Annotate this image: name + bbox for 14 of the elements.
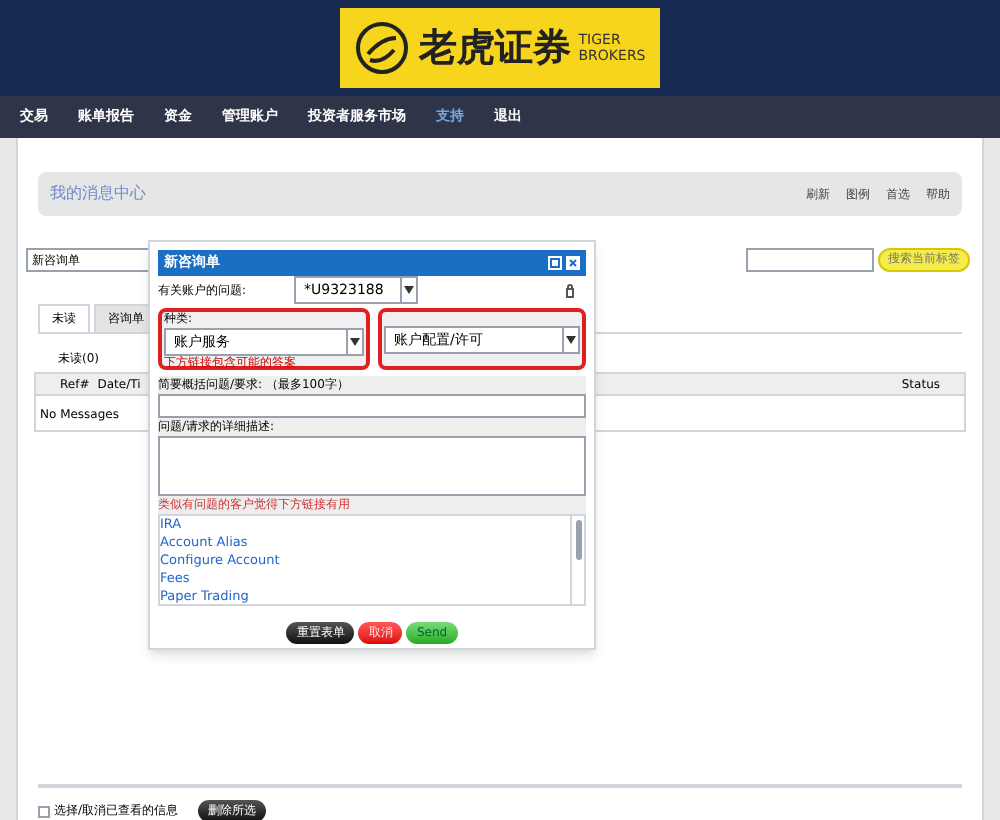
lock-icon [566,283,574,297]
tiger-logo-icon [354,20,411,76]
dropdown-arrow-icon [350,338,360,346]
detail-field[interactable] [158,436,586,496]
dropdown-arrow-icon [404,286,414,294]
summary-field[interactable] [158,394,586,418]
logo-chinese-text: 老虎证券 [418,29,571,67]
scrollbar[interactable] [570,516,584,604]
dropdown-arrow-icon [566,336,576,344]
checkbox[interactable] [38,805,50,817]
close-icon[interactable] [566,256,580,270]
maximize-icon[interactable] [548,256,562,270]
panel-title: 我的消息中心 [50,182,146,206]
search-field[interactable] [746,248,874,272]
